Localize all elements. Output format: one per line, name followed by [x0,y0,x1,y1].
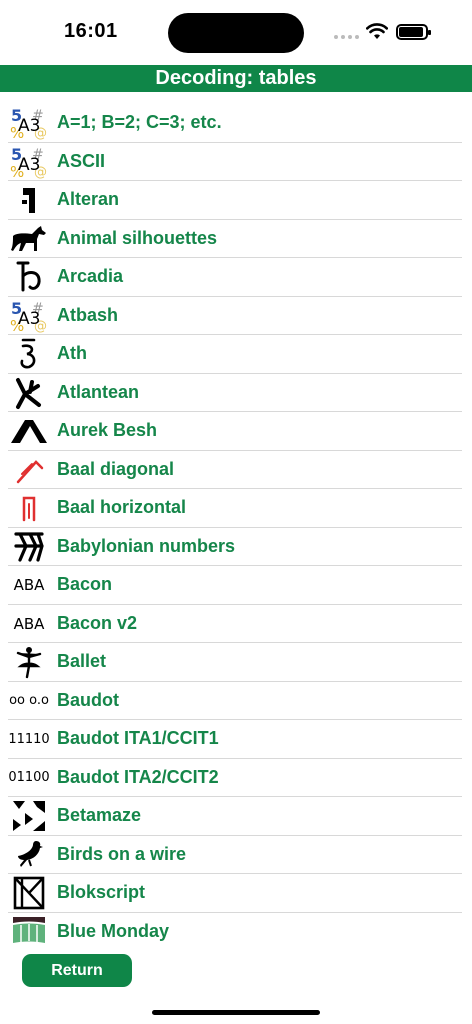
list-item-label: Baal diagonal [57,458,175,479]
list-item[interactable]: 5 # % @ A3 ASCII [0,143,472,182]
list-item-label: Baal horizontal [57,497,187,517]
list-item[interactable]: 5 # % @ A3 A=1; B=2; C=3; etc. [0,104,472,143]
list-item-label: Babylonian numbers [57,535,236,556]
list-item[interactable]: Blue Monday [0,913,472,952]
list-item-label: Atbash [57,304,119,325]
list-item[interactable]: Babylonian numbers [0,528,472,567]
list-item[interactable]: Atlantean [0,374,472,413]
aba-text-icon: ABA [13,576,45,594]
list-item-label: Arcadia [57,266,124,286]
bird-icon [9,838,49,872]
return-button[interactable]: Return [22,954,132,987]
number-letter-icon: 5 # % @ A3 [9,145,49,179]
list-item-label: Aurek Besh [57,420,158,440]
baudot-text-icon: oo o.o [9,693,49,708]
dynamic-island [168,13,304,53]
arcadia-glyph-icon [9,260,49,294]
cuneiform-icon [9,530,49,564]
list-item[interactable]: oo o.o Baudot [0,682,472,721]
list-item[interactable]: Arcadia [0,258,472,297]
blokscript-icon [9,876,49,910]
list-item[interactable]: Birds on a wire [0,836,472,875]
list-item[interactable]: 01100 Baudot ITA2/CCIT2 [0,759,472,798]
ballerina-icon [9,645,49,679]
signal-icon [334,35,359,39]
list-item-label: Bacon [57,574,113,594]
wifi-icon [366,23,388,39]
svg-text:A3: A3 [18,309,40,329]
list-item-label: Atlantean [57,381,140,402]
list-item-label: Betamaze [57,805,142,825]
baal-horizontal-icon [9,491,49,525]
list-item[interactable]: Baal horizontal [0,489,472,528]
aba-text-icon: ABA [13,614,45,633]
number-letter-icon: 5 # % @ A3 [9,106,49,140]
list-item-label: Bacon v2 [57,612,138,633]
baal-diagonal-icon [9,453,49,487]
list-item[interactable]: Betamaze [0,797,472,836]
list-item[interactable]: 5 # % @ A3 Atbash [0,297,472,336]
betamaze-icon [9,799,49,833]
list-item-label: Animal silhouettes [57,227,218,248]
horse-silhouette-icon [9,222,49,256]
atlantean-glyph-icon [9,376,49,410]
list-item[interactable]: 11110 Baudot ITA1/CCIT1 [0,720,472,759]
list-item-label: Baudot ITA1/CCIT1 [57,728,219,748]
list-item[interactable]: ABA Bacon v2 [0,605,472,644]
svg-text:A3: A3 [18,155,40,175]
list-item-label: Alteran [57,189,120,209]
list-item-label: Ballet [57,651,107,671]
table-list: 5 # % @ A3 A=1; B=2; C=3; etc. 5 # % @ A… [0,104,472,951]
page-title: Decoding: tables [0,65,472,92]
list-item-label: Blue Monday [57,920,170,941]
status-bar: 16:01 [0,0,472,64]
list-item-label: Baudot ITA2/CCIT2 [57,766,219,787]
list-item[interactable]: Animal silhouettes [0,220,472,259]
list-item-label: Blokscript [57,882,146,902]
list-item[interactable]: ABA Bacon [0,566,472,605]
battery-icon [396,24,431,40]
list-item-label: Ath [57,343,87,363]
number-letter-icon: 5 # % @ A3 [9,299,49,333]
ath-glyph-icon [9,337,49,371]
alteran-glyph-icon [9,183,49,217]
binary-text-icon: 11110 [8,731,50,747]
binary-text-icon: 01100 [8,770,50,785]
list-item[interactable]: Alteran [0,181,472,220]
status-time: 16:01 [64,20,118,42]
list-item-label: Birds on a wire [57,843,187,864]
list-item-label: A=1; B=2; C=3; etc. [57,112,222,132]
home-indicator[interactable] [152,1010,320,1015]
list-item[interactable]: Ath [0,335,472,374]
blue-monday-icon [9,915,49,949]
aurek-besh-glyph-icon [9,414,49,448]
list-item[interactable]: Baal diagonal [0,451,472,490]
list-item-label: ASCII [57,150,106,171]
list-item[interactable]: Blokscript [0,874,472,913]
list-item[interactable]: Ballet [0,643,472,682]
list-item[interactable]: Aurek Besh [0,412,472,451]
svg-text:A3: A3 [18,116,40,136]
list-item-label: Baudot [57,689,119,710]
